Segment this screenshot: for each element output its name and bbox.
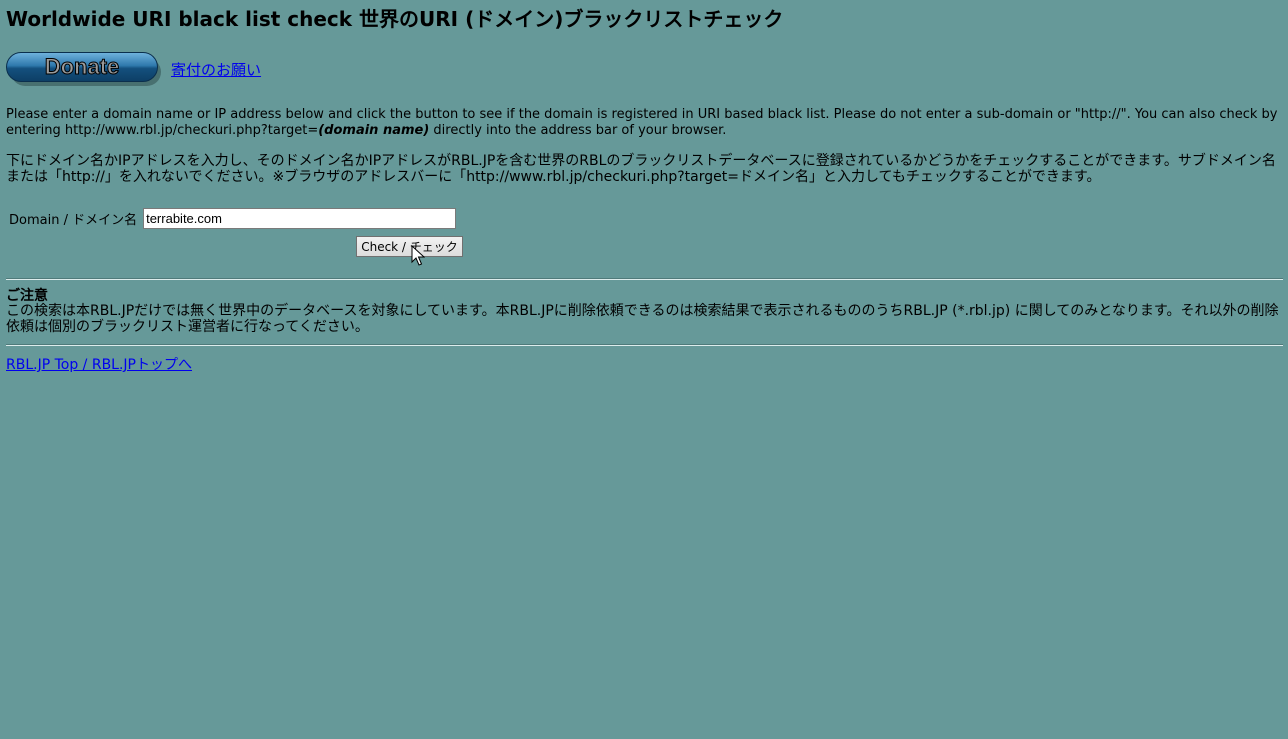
domain-field-label: Domain / ドメイン名 bbox=[9, 212, 138, 228]
description-english: Please enter a domain name or IP address… bbox=[6, 107, 1282, 139]
divider bbox=[6, 278, 1283, 280]
page-title: Worldwide URI black list check 世界のURI (ド… bbox=[6, 7, 784, 31]
donate-button-label: Donate bbox=[44, 54, 120, 80]
divider bbox=[6, 344, 1283, 346]
description-english-tail: directly into the address bar of your br… bbox=[429, 123, 727, 138]
page: Worldwide URI black list check 世界のURI (ド… bbox=[0, 0, 1288, 739]
domain-name-placeholder: (domain name) bbox=[318, 123, 430, 138]
check-button[interactable]: Check / チェック bbox=[356, 236, 463, 257]
donate-button[interactable]: Donate bbox=[6, 52, 164, 88]
description-japanese: 下にドメイン名かIPアドレスを入力し、そのドメイン名かIPアドレスがRBL.JP… bbox=[6, 153, 1276, 185]
notice-body: この検索は本RBL.JPだけでは無く世界中のデータベースを対象にしています。本R… bbox=[6, 303, 1279, 335]
rbl-top-link[interactable]: RBL.JP Top / RBL.JPトップへ bbox=[6, 354, 192, 374]
donate-request-link[interactable]: 寄付のお願い bbox=[171, 59, 261, 80]
domain-input[interactable] bbox=[143, 207, 457, 229]
domain-form-row: Domain / ドメイン名 bbox=[9, 207, 457, 229]
mouse-cursor-icon bbox=[411, 245, 425, 266]
